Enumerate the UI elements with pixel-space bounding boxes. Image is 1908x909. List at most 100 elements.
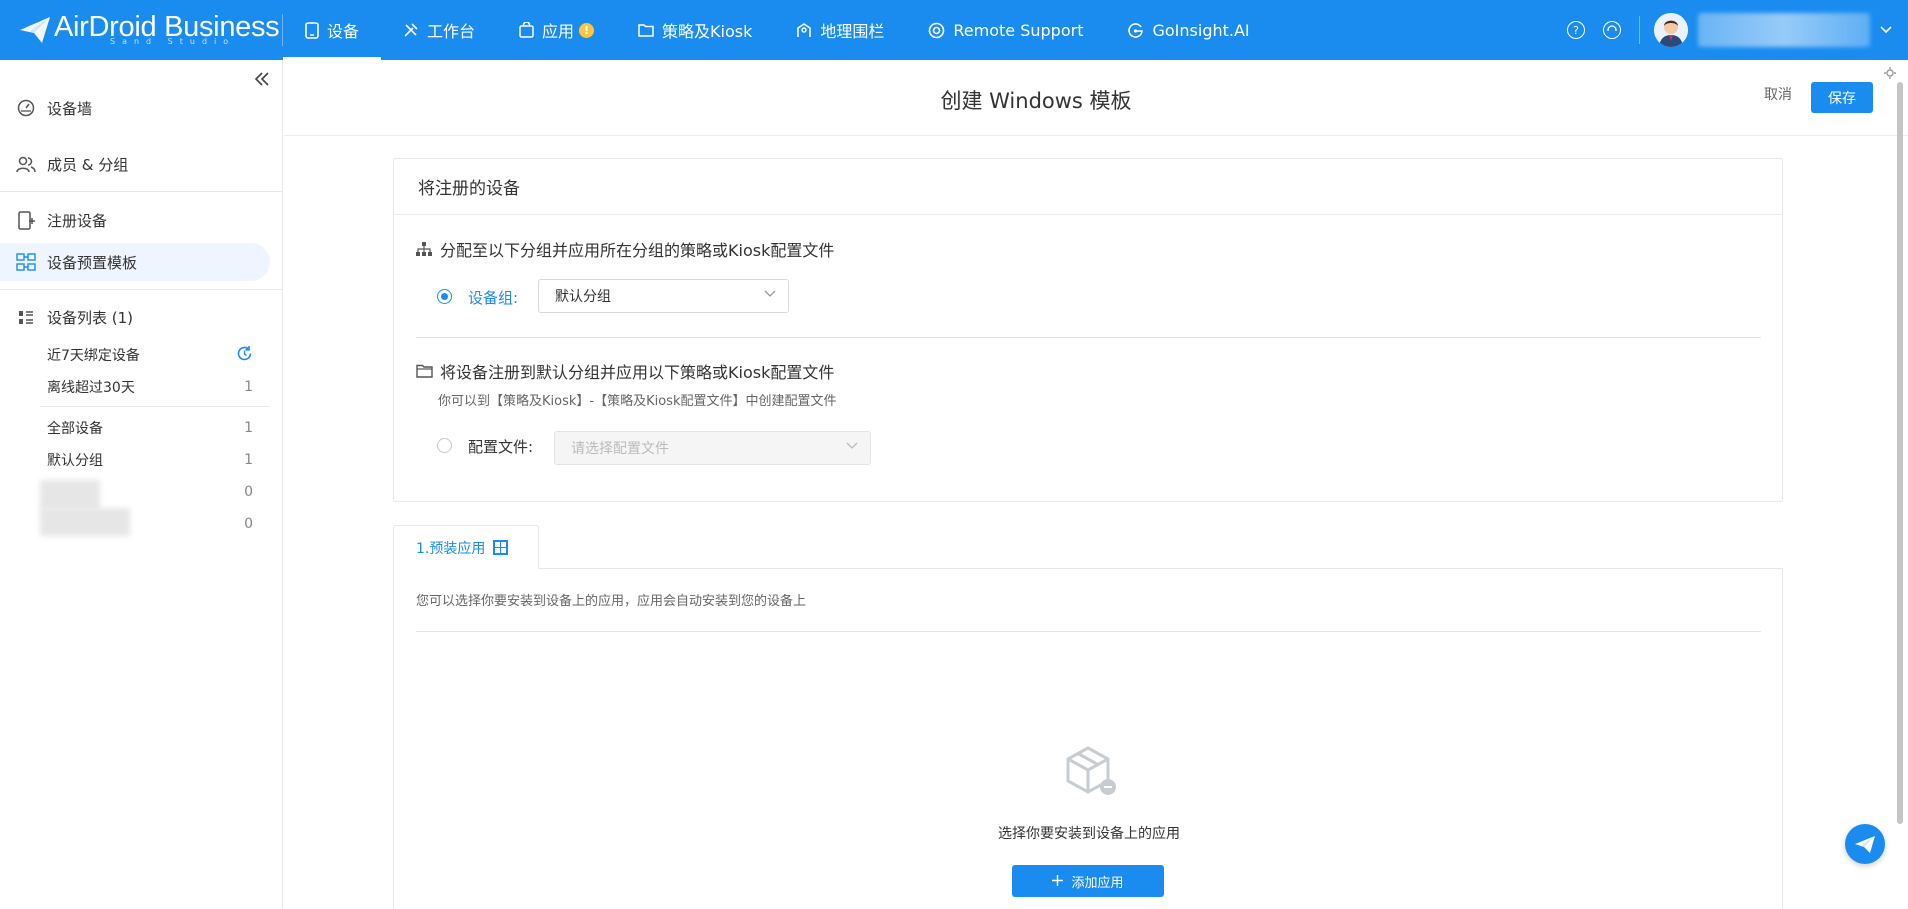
headset-icon[interactable]	[1603, 21, 1621, 39]
users-icon	[16, 154, 36, 174]
section-title-text: 分配至以下分组并应用所在分组的策略或Kiosk配置文件	[440, 241, 835, 260]
apps-hint: 您可以选择你要安装到设备上的应用，应用会自动安装到您的设备上	[416, 594, 807, 609]
nav-label: GoInsight.AI	[1152, 20, 1250, 40]
config-hint: 你可以到【策略及Kiosk】-【策略及Kiosk配置文件】中创建配置文件	[438, 394, 837, 409]
collapse-sidebar-icon[interactable]	[254, 70, 270, 91]
assign-group-section-title: 分配至以下分组并应用所在分组的策略或Kiosk配置文件	[416, 237, 834, 261]
nav-item-devices[interactable]: 设备	[283, 0, 382, 60]
sub-item-label: 离线超过30天	[47, 380, 135, 396]
plus-icon	[1052, 872, 1064, 890]
sidebar-divider	[0, 289, 283, 290]
page-title: 创建 Windows 模板	[940, 89, 1132, 113]
paper-plane-logo-icon	[20, 17, 50, 43]
device-group-select[interactable]: 默认分组	[538, 279, 789, 313]
nav-label: 策略及Kiosk	[662, 22, 753, 41]
nav-item-workbench[interactable]: 工作台	[381, 0, 497, 60]
list-icon	[16, 307, 36, 327]
dashboard-icon	[16, 98, 36, 118]
sub-item-count: 0	[244, 516, 253, 532]
select-value: 默认分组	[555, 289, 611, 305]
nav-label: 地理围栏	[820, 22, 885, 41]
brand-subtitle: Sand Studio	[110, 37, 236, 46]
register-device-icon	[16, 210, 36, 230]
section-title-text: 将设备注册到默认分组并应用以下策略或Kiosk配置文件	[440, 363, 835, 382]
empty-box-icon	[1063, 742, 1123, 802]
sidebar-item-label: 注册设备	[47, 211, 108, 230]
nav-item-remote-support[interactable]: Remote Support	[906, 0, 1105, 60]
avatar[interactable]	[1654, 13, 1688, 47]
refresh-icon[interactable]	[236, 345, 253, 366]
paper-plane-icon	[1855, 835, 1875, 853]
section-divider	[416, 337, 1761, 338]
chevron-down-icon	[764, 288, 776, 301]
top-nav-bar: AirDroid Business Sand Studio 设备 工作台 应用 …	[0, 0, 1908, 60]
sidebar-sub-all-devices[interactable]: 全部设备 1	[47, 413, 253, 443]
ai-icon	[1127, 22, 1144, 39]
sidebar-item-label: 设备列表 (1)	[47, 308, 134, 327]
username-redacted	[1698, 13, 1870, 47]
tab-preinstall-apps[interactable]: 1.预装应用	[393, 525, 539, 569]
nav-label: 设备	[327, 22, 360, 41]
sub-item-count: 1	[244, 452, 253, 468]
lifebuoy-icon	[928, 22, 945, 39]
device-group-label: 设备组:	[468, 289, 519, 307]
feedback-plane-button[interactable]	[1845, 824, 1885, 864]
tablet-icon	[305, 21, 319, 39]
config-file-select[interactable]: 请选择配置文件	[554, 431, 871, 465]
sidebar-item-device-wall[interactable]: 设备墙	[0, 89, 270, 127]
sub-item-count: 1	[244, 379, 253, 395]
sub-item-label: 全部设备	[47, 421, 103, 437]
sidebar-item-label: 设备预置模板	[47, 253, 138, 272]
nav-item-apps[interactable]: 应用 !	[497, 0, 616, 60]
help-icon[interactable]: ?	[1567, 21, 1585, 39]
nav-item-policy-kiosk[interactable]: 策略及Kiosk	[616, 0, 774, 60]
sidebar-item-members-groups[interactable]: 成员 & 分组	[0, 145, 270, 183]
top-right-tools: ?	[1567, 0, 1908, 60]
sub-item-label: 近7天绑定设备	[47, 348, 140, 364]
sidebar-item-register-device[interactable]: 注册设备	[0, 201, 270, 239]
org-tree-icon	[416, 242, 434, 256]
sidebar-sub-recent-bound[interactable]: 近7天绑定设备	[47, 340, 253, 370]
add-app-label: 添加应用	[1071, 875, 1124, 891]
config-file-label: 配置文件:	[468, 438, 534, 456]
map-pin-icon	[796, 22, 812, 38]
nav-label: Remote Support	[953, 20, 1084, 40]
nav-label: 应用	[542, 22, 575, 41]
default-group-section-title: 将设备注册到默认分组并应用以下策略或Kiosk配置文件	[416, 359, 834, 383]
sidebar-sub-default-group[interactable]: 默认分组 1	[47, 445, 253, 475]
redacted-label	[40, 508, 130, 536]
sidebar-item-device-template[interactable]: 设备预置模板	[0, 243, 270, 281]
page-header: 创建 Windows 模板 取消 保存	[284, 60, 1908, 136]
enroll-target-card: 将注册的设备 分配至以下分组并应用所在分组的策略或Kiosk配置文件 设备组: …	[393, 158, 1783, 502]
add-app-button[interactable]: 添加应用	[1012, 865, 1164, 897]
save-button[interactable]: 保存	[1811, 82, 1873, 113]
sub-item-count: 1	[244, 420, 253, 436]
tab-label: 1.预装应用	[416, 540, 486, 557]
gear-icon[interactable]	[1884, 67, 1898, 82]
nav-item-geofence[interactable]: 地理围栏	[774, 0, 906, 60]
sidebar-sub-offline-30d[interactable]: 离线超过30天 1	[47, 372, 253, 402]
windows-icon	[493, 540, 509, 555]
warning-badge-icon: !	[579, 22, 595, 38]
top-divider	[1639, 16, 1640, 44]
sidebar-item-device-list[interactable]: 设备列表 (1)	[0, 298, 270, 336]
folder-icon	[638, 23, 654, 37]
cancel-button[interactable]: 取消	[1764, 84, 1792, 104]
sidebar-item-label: 设备墙	[47, 99, 93, 118]
app-bag-icon	[519, 22, 534, 38]
radio-device-group[interactable]	[437, 289, 452, 304]
chevron-down-icon[interactable]	[1880, 23, 1892, 37]
brand-logo[interactable]: AirDroid Business Sand Studio	[0, 0, 282, 60]
sidebar-divider	[0, 191, 283, 192]
nav-label: 工作台	[427, 22, 476, 41]
sidebar-item-label: 成员 & 分组	[47, 155, 129, 174]
empty-state-text: 选择你要安装到设备上的应用	[998, 826, 1180, 842]
nav-item-goinsight[interactable]: GoInsight.AI	[1105, 0, 1271, 60]
template-icon	[16, 252, 36, 272]
main-nav: 设备 工作台 应用 ! 策略及Kiosk 地理围栏 Remote Support…	[283, 0, 1272, 60]
sub-item-label: 默认分组	[47, 453, 103, 469]
radio-config-file[interactable]	[437, 438, 452, 453]
scrollbar-thumb[interactable]	[1897, 82, 1903, 824]
sidebar-sub-divider	[40, 406, 270, 407]
select-placeholder: 请选择配置文件	[571, 441, 669, 457]
